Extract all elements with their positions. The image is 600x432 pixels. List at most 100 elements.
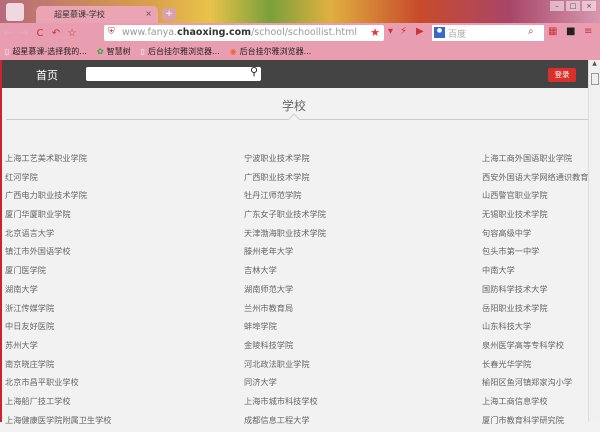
search-icon[interactable]: ⌕ xyxy=(528,26,534,37)
minimize-button[interactable]: – xyxy=(550,1,564,11)
undo-icon[interactable]: ↶ xyxy=(48,28,64,39)
bookmark-star-icon[interactable]: ★ xyxy=(370,26,380,39)
nav-home-link[interactable]: 首页 xyxy=(36,67,58,83)
school-row: 广西电力职业技术学院 牡丹江师范学院 山西警官职业学院 xyxy=(0,189,588,208)
close-tab-icon[interactable]: × xyxy=(145,9,152,18)
dropdown-icon[interactable]: ▾ xyxy=(388,26,393,37)
school-link[interactable]: 吉林大学 xyxy=(244,264,277,276)
school-link[interactable]: 牡丹江师范学院 xyxy=(244,189,301,201)
school-link[interactable]: 中日友好医院 xyxy=(5,320,54,332)
search-icon[interactable]: ⚲ xyxy=(250,65,258,78)
school-link[interactable]: 长春光华学院 xyxy=(482,358,531,370)
site-search-input[interactable]: ⚲ xyxy=(86,65,261,81)
browser-tab-bar: 超星慕课-学校 × + – □ × xyxy=(0,0,600,23)
school-link[interactable]: 上海工商外国语职业学院 xyxy=(482,152,572,164)
forward-icon[interactable]: → xyxy=(16,28,32,39)
school-link[interactable]: 广西职业技术学院 xyxy=(244,171,310,183)
school-link[interactable]: 中南大学 xyxy=(482,264,515,276)
maximize-button[interactable]: □ xyxy=(566,1,580,11)
url-prefix: www.fanya. xyxy=(122,27,178,38)
school-row: 镇江市外国语学校 滕州老年大学 包头市第一中学 xyxy=(0,245,588,264)
bookmark-item[interactable]: ◉ 后台挂尔雅浏览器... xyxy=(230,46,312,57)
school-link[interactable]: 包头市第一中学 xyxy=(482,245,539,257)
browser-tab[interactable]: 超星慕课-学校 × xyxy=(36,6,158,23)
bookmark-item[interactable]: ✿ 智慧树 xyxy=(97,46,131,57)
school-row: 上海船厂技工学校 上海市城市科技学校 上海工商信息学校 xyxy=(0,395,588,414)
school-link[interactable]: 湖南师范大学 xyxy=(244,283,293,295)
school-link[interactable]: 镇江市外国语学校 xyxy=(5,245,71,257)
title-caret xyxy=(288,113,300,125)
school-link[interactable]: 南京晓庄学院 xyxy=(5,358,54,370)
school-link[interactable]: 滕州老年大学 xyxy=(244,245,293,257)
school-link[interactable]: 同济大学 xyxy=(244,376,277,388)
school-list: 上海工艺美术职业学院 宁波职业技术学院 上海工商外国语职业学院红河学院 广西职业技术学… xyxy=(0,152,588,432)
back-icon[interactable]: ← xyxy=(0,28,16,39)
school-link[interactable]: 岳阳职业技术学院 xyxy=(482,302,548,314)
school-link[interactable]: 榆阳区鱼河镇郑家沟小学 xyxy=(482,376,572,388)
baidu-icon: ● xyxy=(434,27,445,38)
tab-title: 超星慕课-学校 xyxy=(54,10,105,19)
close-window-button[interactable]: × xyxy=(582,1,596,11)
page-icon: ▯ xyxy=(140,47,146,56)
school-link[interactable]: 山东科技大学 xyxy=(482,320,531,332)
school-link[interactable]: 成都信息工程大学 xyxy=(244,414,310,426)
school-row: 上海健康医学院附属卫生学校 成都信息工程大学 厦门市教育科学研究院 xyxy=(0,414,588,432)
school-link[interactable]: 山西警官职业学院 xyxy=(482,189,548,201)
reload-icon[interactable]: C xyxy=(32,28,48,39)
school-link[interactable]: 上海市城市科技学校 xyxy=(244,395,318,407)
school-link[interactable]: 北京市昌平职业学校 xyxy=(5,376,79,388)
school-link[interactable]: 兰州市教育局 xyxy=(244,302,293,314)
extensions-icon[interactable]: ▦ xyxy=(548,26,557,37)
school-link[interactable]: 苏州大学 xyxy=(5,339,38,351)
bookmarks-bar: ▯ 超星慕课-选择我的... ✿ 智慧树 ▯ 后台挂尔雅浏览器... ◉ 后台挂尔雅浏览… xyxy=(0,43,600,60)
scroll-thumb[interactable] xyxy=(591,73,599,85)
school-link[interactable]: 浙江传媒学院 xyxy=(5,302,54,314)
page-icon: ▯ xyxy=(5,47,10,56)
page-title: 学校 xyxy=(281,99,306,113)
school-link[interactable]: 天津渤海职业技术学院 xyxy=(244,227,326,239)
school-row: 北京语言大学 天津渤海职业技术学院 句容高级中学 xyxy=(0,227,588,246)
school-link[interactable]: 北京语言大学 xyxy=(5,227,54,239)
scrollbar[interactable]: ▲ xyxy=(588,60,600,422)
school-link[interactable]: 湖南大学 xyxy=(5,283,38,295)
school-link[interactable]: 广西电力职业技术学院 xyxy=(5,189,87,201)
school-link[interactable]: 蚌埠学院 xyxy=(244,320,277,332)
school-link[interactable]: 广东女子职业技术学院 xyxy=(244,208,326,220)
bookmark-item[interactable]: ▯ 后台挂尔雅浏览器... xyxy=(141,46,220,57)
flash-icon[interactable]: ⚡ xyxy=(400,26,407,37)
school-link[interactable]: 河北政法职业学院 xyxy=(244,358,310,370)
site-nav: 首页 ⚲ 登录 xyxy=(0,60,588,88)
school-link[interactable]: 厦门华厦职业学院 xyxy=(5,208,71,220)
scroll-up-icon[interactable]: ▲ xyxy=(589,60,600,67)
shield-icon: ⛨ xyxy=(108,27,115,37)
school-link[interactable]: 上海工商信息学校 xyxy=(482,395,548,407)
tree-icon: ✿ xyxy=(96,47,104,56)
search-placeholder: 百度 xyxy=(448,30,467,40)
school-link[interactable]: 无锡职业技术学院 xyxy=(482,208,548,220)
school-row: 上海工艺美术职业学院 宁波职业技术学院 上海工商外国语职业学院 xyxy=(0,152,588,171)
school-link[interactable]: 厦门医学院 xyxy=(5,264,46,276)
school-link[interactable]: 泉州医学高等专科学校 xyxy=(482,339,564,351)
school-link[interactable]: 金陵科技学院 xyxy=(244,339,293,351)
bookmark-item[interactable]: ▯ 超星慕课-选择我的... xyxy=(5,46,87,57)
app-icon[interactable]: ■ xyxy=(566,26,575,37)
login-button[interactable]: 登录 xyxy=(548,68,576,82)
school-link[interactable]: 国防科学技术大学 xyxy=(482,283,548,295)
favorite-icon[interactable]: ☆ xyxy=(64,28,80,39)
school-link[interactable]: 宁波职业技术学院 xyxy=(244,152,310,164)
school-link[interactable]: 红河学院 xyxy=(5,171,38,183)
school-row: 厦门医学院 吉林大学 中南大学 xyxy=(0,264,588,283)
school-link[interactable]: 上海工艺美术职业学院 xyxy=(5,152,87,164)
school-link[interactable]: 句容高级中学 xyxy=(482,227,531,239)
school-link[interactable]: 上海船厂技工学校 xyxy=(5,395,71,407)
play-icon[interactable]: ▶ xyxy=(416,26,424,37)
school-link[interactable]: 西安外国语大学网络通识教育 xyxy=(482,171,588,183)
bookmark-label: 智慧树 xyxy=(106,47,131,56)
new-tab-button[interactable]: + xyxy=(162,8,176,20)
school-row: 湖南大学 湖南师范大学 国防科学技术大学 xyxy=(0,283,588,302)
profile-avatar[interactable] xyxy=(6,3,24,21)
menu-icon[interactable]: ≡ xyxy=(584,26,592,37)
address-bar[interactable]: ⛨ www.fanya.chaoxing.com/school/schoolli… xyxy=(104,25,384,41)
school-link[interactable]: 厦门市教育科学研究院 xyxy=(482,414,564,426)
school-link[interactable]: 上海健康医学院附属卫生学校 xyxy=(5,414,111,426)
